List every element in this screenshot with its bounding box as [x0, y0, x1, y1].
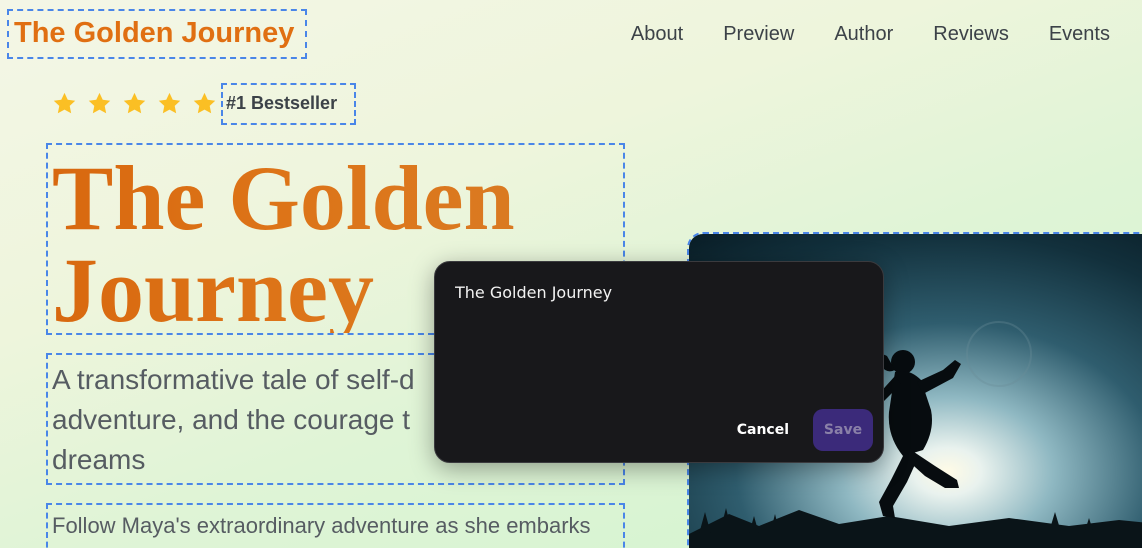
star-rating: [52, 91, 217, 116]
star-icon: [123, 92, 146, 114]
nav-about[interactable]: About: [631, 22, 683, 46]
hero-title-line2: Journey: [52, 239, 374, 341]
save-button[interactable]: Save: [813, 409, 873, 451]
nav-author[interactable]: Author: [834, 22, 893, 46]
nav-reviews[interactable]: Reviews: [933, 22, 1009, 46]
main-nav: About Preview Author Reviews Events: [631, 22, 1110, 46]
dialog-actions: Cancel Save: [737, 409, 873, 451]
nav-preview[interactable]: Preview: [723, 22, 794, 46]
star-icon: [193, 92, 216, 114]
hero-subtitle-line3: dreams: [52, 444, 146, 475]
hero-description: Follow Maya's extraordinary adventure as…: [46, 503, 625, 548]
cancel-button[interactable]: Cancel: [737, 418, 789, 442]
hero-subtitle-line2: adventure, and the courage t: [52, 404, 411, 435]
nav-events[interactable]: Events: [1049, 22, 1110, 46]
star-icon: [158, 92, 181, 114]
star-icon: [53, 92, 76, 114]
site-logo[interactable]: The Golden Journey: [7, 9, 307, 59]
hero-title-line1: The Golden: [52, 147, 515, 249]
bestseller-badge: #1 Bestseller: [221, 83, 356, 125]
title-input[interactable]: [455, 280, 855, 304]
star-icon: [88, 92, 111, 114]
rename-dialog: Cancel Save: [434, 261, 884, 463]
hero-subtitle-line1: A transformative tale of self-d: [52, 364, 415, 395]
